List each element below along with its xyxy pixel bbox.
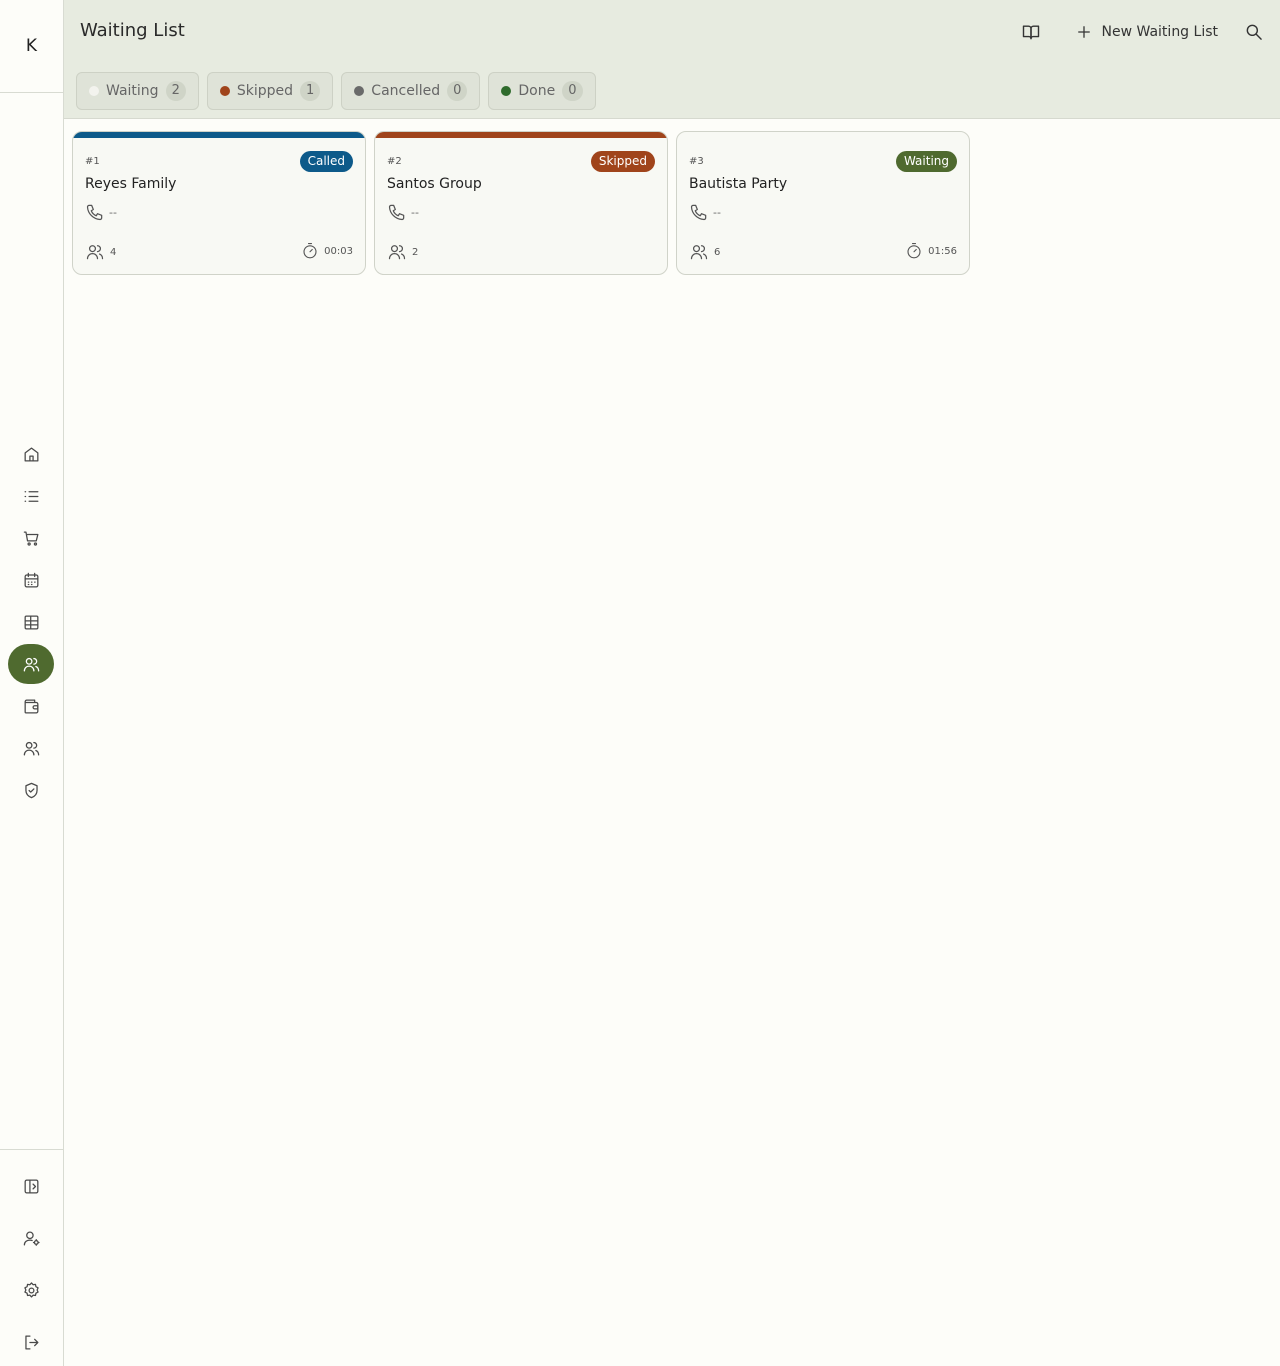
phone-value: -- [109,205,117,219]
sidebar-item-home[interactable] [8,434,54,474]
table-icon [24,615,38,629]
new-waiting-list-label: New Waiting List [1101,24,1218,40]
sidebar-bottom [0,1149,63,1366]
app-logo[interactable]: K [0,0,63,93]
party-size-value: 4 [110,246,117,258]
users-icon [86,245,104,260]
status-badge: Waiting [895,151,957,172]
sidebar: K [0,0,64,1366]
logout-button[interactable] [0,1316,63,1366]
shield-icon [24,782,38,798]
filter-chip-skipped[interactable]: Skipped 1 [206,72,334,110]
page-header: Waiting List New Waiting List Waiting 2 … [64,0,1280,119]
new-waiting-list-button[interactable]: New Waiting List [1075,23,1218,41]
home-icon [24,447,38,461]
timer-icon [303,242,317,259]
wait-timer: 00:03 [301,242,353,260]
logout-icon [25,1335,39,1349]
filter-label: Skipped [236,83,294,99]
party-size-value: 6 [714,246,721,258]
filter-label: Done [518,83,556,99]
sidebar-item-wallet[interactable] [8,686,54,726]
status-badge: Called [299,151,353,172]
sidebar-item-customers[interactable] [8,728,54,768]
status-dot [89,86,99,96]
guide-button[interactable] [1017,18,1045,46]
main-content: Waiting List New Waiting List Waiting 2 … [64,0,1280,1366]
header-actions: New Waiting List [1017,18,1268,46]
waiting-card[interactable]: #3 Waiting Bautista Party -- 6 01:56 [676,131,970,275]
filter-label: Cancelled [371,83,441,99]
users-icon [388,245,406,260]
phone-value: -- [713,205,721,219]
list-icon [24,490,38,502]
sidebar-item-tables[interactable] [8,602,54,642]
wallet-icon [24,699,38,713]
party-size: 6 [689,242,720,262]
people-icon [23,741,39,755]
timer-value: 01:56 [928,245,957,257]
status-bar [375,132,667,138]
cart-icon [23,531,38,546]
waiting-card[interactable]: #1 Called Reyes Family -- 4 00:03 [72,131,366,275]
user-settings-icon [23,1231,40,1246]
user-settings-button[interactable] [0,1212,63,1264]
users-icon [23,657,39,671]
sidebar-item-cart[interactable] [8,518,54,558]
party-size: 2 [387,242,418,262]
queue-number: #3 [689,156,704,167]
phone-value: -- [411,205,419,219]
plus-icon [1077,26,1090,38]
timer-icon [907,242,921,259]
party-size: 4 [85,242,116,262]
guest-name: Santos Group [387,176,482,192]
queue-number: #1 [85,156,100,167]
gear-icon [24,1281,39,1298]
sidebar-item-calendar[interactable] [8,560,54,600]
filter-count: 0 [562,81,583,101]
status-dot [354,86,365,96]
filter-chip-cancelled[interactable]: Cancelled 0 [341,72,481,110]
phone-icon [388,204,405,221]
book-icon [1022,25,1039,40]
status-dot [219,86,230,96]
status-filters: Waiting 2 Skipped 1 Cancelled 0 Done 0 [76,72,604,110]
status-dot [501,86,512,96]
phone-icon [86,204,103,221]
phone-row: -- [689,202,721,222]
sidebar-item-waiting-list[interactable] [8,644,54,684]
calendar-icon [24,572,38,587]
phone-icon [690,204,707,221]
guest-name: Bautista Party [689,176,788,192]
sidebar-nav [0,432,63,812]
timer-value: 00:03 [324,245,353,257]
users-icon [690,245,708,260]
queue-number: #2 [387,156,402,167]
phone-row: -- [387,202,419,222]
sidebar-toggle-icon [24,1179,39,1193]
sidebar-item-security[interactable] [8,770,54,810]
status-badge: Skipped [590,151,655,172]
guest-name: Reyes Family [85,176,177,192]
phone-row: -- [85,202,117,222]
filter-label: Waiting [106,83,159,99]
filter-chip-done[interactable]: Done 0 [488,72,596,110]
waiting-card[interactable]: #2 Skipped Santos Group -- 2 [374,131,668,275]
filter-count: 1 [300,81,321,101]
search-icon [1246,24,1262,40]
sidebar-toggle-button[interactable] [0,1160,63,1212]
wait-timer: 01:56 [905,242,957,260]
filter-chip-waiting[interactable]: Waiting 2 [76,72,199,110]
party-size-value: 2 [412,246,419,258]
page-title: Waiting List [80,20,185,41]
sidebar-item-list[interactable] [8,476,54,516]
status-bar [73,132,365,138]
filter-count: 2 [165,81,186,101]
search-button[interactable] [1240,18,1268,46]
filter-count: 0 [447,81,468,101]
waiting-cards: #1 Called Reyes Family -- 4 00:03 #2 Ski… [72,131,978,275]
settings-button[interactable] [0,1264,63,1316]
